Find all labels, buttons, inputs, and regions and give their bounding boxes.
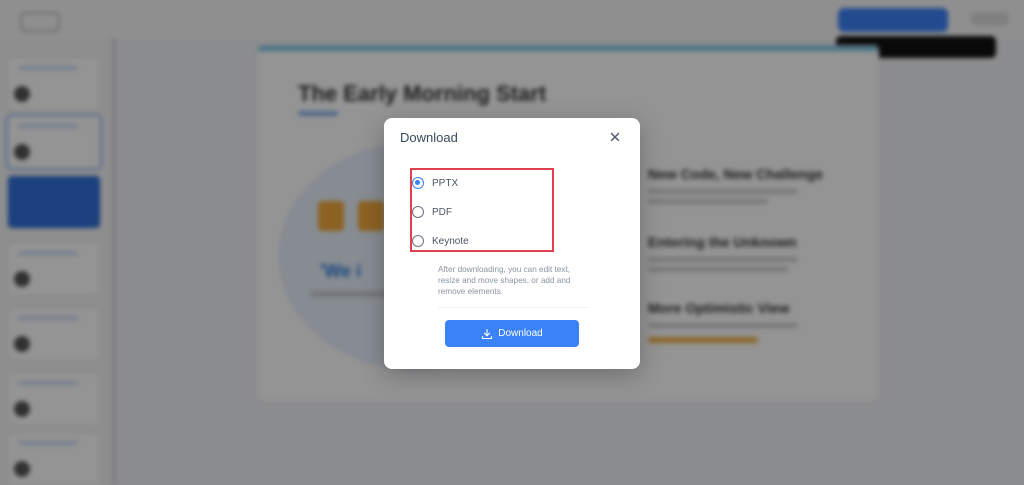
format-option-label: PDF xyxy=(432,206,452,218)
download-button-label: Download xyxy=(498,328,543,339)
divider xyxy=(438,307,588,308)
radio-button[interactable] xyxy=(412,206,424,218)
format-option-pdf[interactable]: PDF xyxy=(412,203,452,221)
format-option-label: PPTX xyxy=(432,177,459,189)
download-dialog: Download PPTX PDF Keynote After download… xyxy=(384,118,640,369)
close-icon xyxy=(610,132,620,142)
format-option-keynote[interactable]: Keynote xyxy=(412,232,469,250)
download-icon xyxy=(482,328,493,339)
radio-button[interactable] xyxy=(412,177,424,189)
format-option-pptx[interactable]: PPTX xyxy=(412,174,458,192)
format-option-label: Keynote xyxy=(432,235,469,247)
help-text: After downloading, you can edit text, re… xyxy=(438,265,571,296)
radio-button[interactable] xyxy=(412,235,424,247)
download-button[interactable]: Download xyxy=(445,320,579,347)
dialog-title: Download xyxy=(400,130,458,145)
close-button[interactable] xyxy=(606,128,624,146)
